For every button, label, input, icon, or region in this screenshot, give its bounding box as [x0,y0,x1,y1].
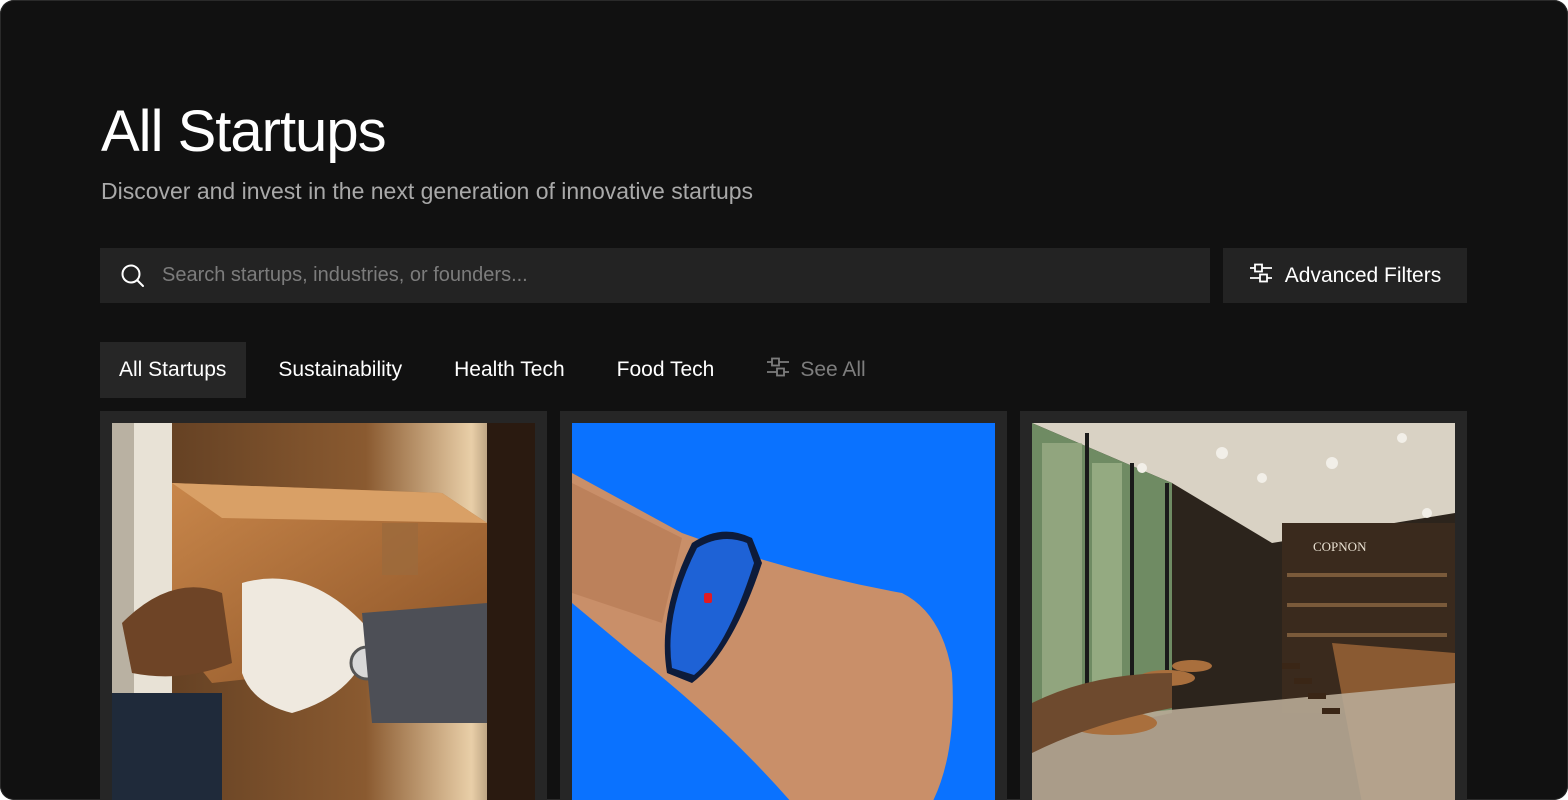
app-window: All Startups Discover and invest in the … [0,0,1568,800]
startup-card[interactable] [560,411,1007,800]
tab-sustainability[interactable]: Sustainability [258,342,422,398]
see-all-label: See All [800,358,866,381]
tab-food-tech[interactable]: Food Tech [597,342,735,398]
sliders-icon [1249,262,1273,290]
search-bar[interactable] [100,248,1210,303]
page-title: All Startups [101,99,387,164]
see-all-button[interactable]: See All [746,342,885,398]
tab-all-startups[interactable]: All Startups [100,342,247,398]
advanced-filters-label: Advanced Filters [1284,263,1442,287]
package-delivery-photo [112,423,535,800]
startup-card[interactable] [100,411,547,800]
tab-health-tech[interactable]: Health Tech [434,342,585,398]
startup-card[interactable]: COPNON [1020,411,1467,800]
fitness-band-photo [572,423,995,800]
advanced-filters-button[interactable]: Advanced Filters [1223,248,1467,303]
page-subtitle: Discover and invest in the next generati… [101,178,754,204]
search-icon [120,263,146,289]
sliders-icon [766,356,790,384]
search-input[interactable] [160,263,1164,288]
cafe-interior-photo: COPNON [1032,423,1455,800]
category-tabs: All Startups Sustainability Health Tech … [100,342,886,398]
cafe-sign-text: COPNON [1313,539,1367,554]
